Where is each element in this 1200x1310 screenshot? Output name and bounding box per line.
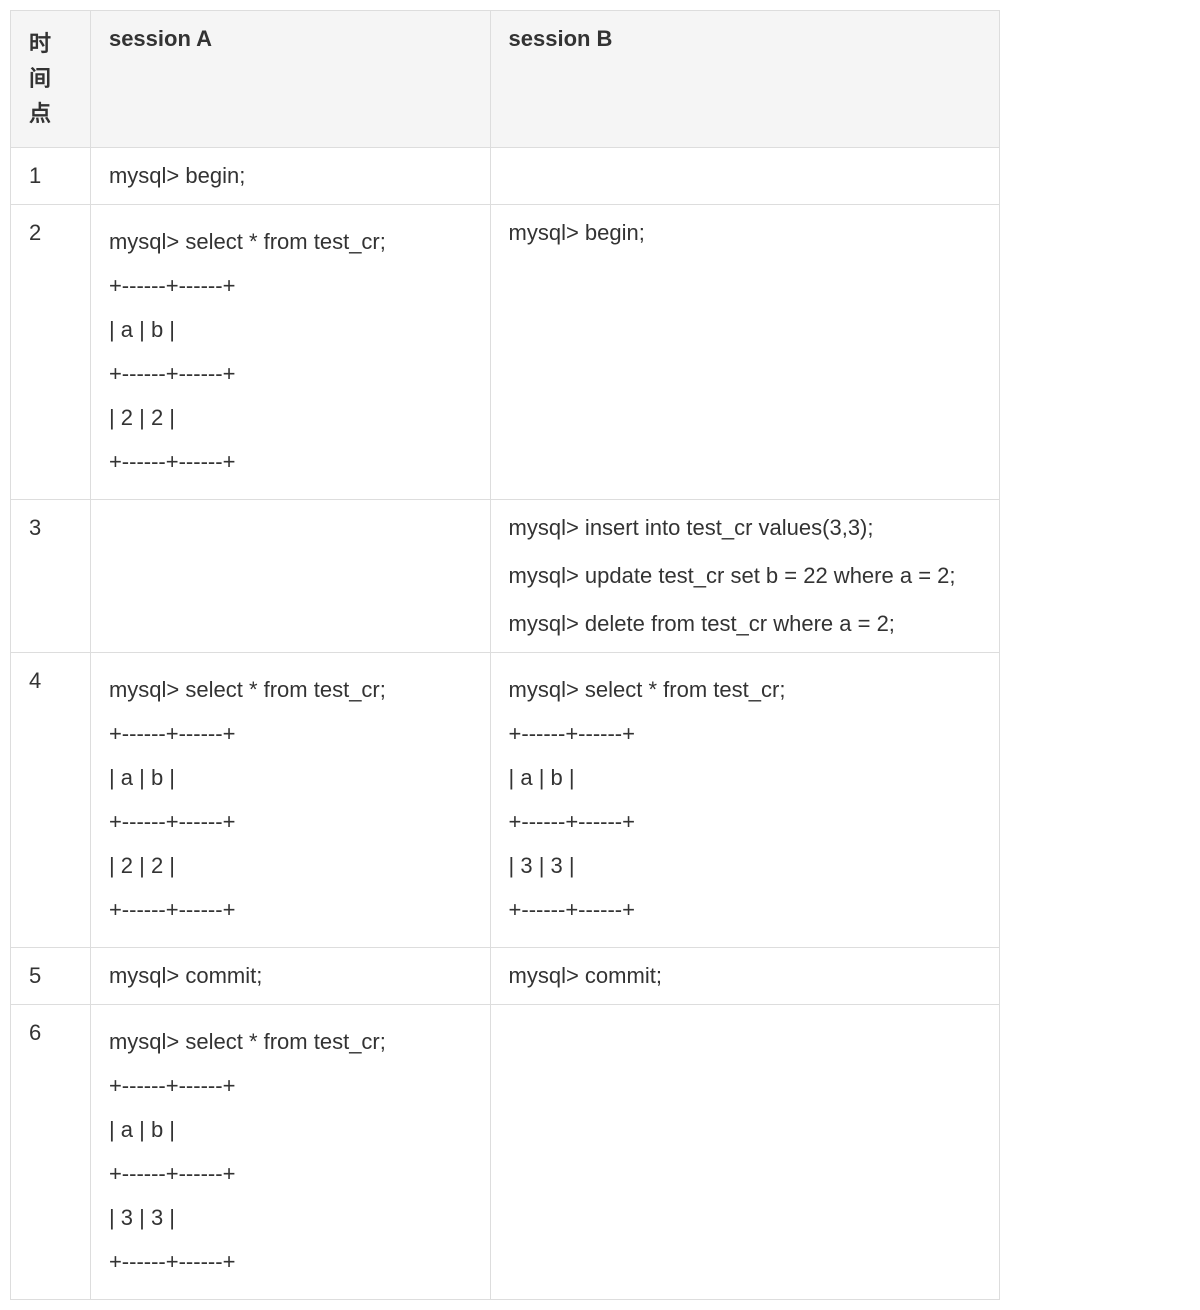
sql-command: mysql> begin; — [509, 220, 981, 246]
sql-output: +------+------+ — [109, 1152, 472, 1196]
time-cell: 4 — [11, 652, 91, 947]
table-row: 6 mysql> select * from test_cr; +------+… — [11, 1004, 1000, 1299]
sql-command: mysql> select * from test_cr; — [109, 1020, 472, 1064]
time-cell: 3 — [11, 499, 91, 652]
session-comparison-table: 时 间 点 session A session B 1 mysql> begin… — [10, 10, 1000, 1300]
header-time-char2: 间 — [29, 66, 51, 91]
time-cell: 5 — [11, 947, 91, 1004]
sql-output: | a | b | — [109, 308, 472, 352]
session-a-cell: mysql> select * from test_cr; +------+--… — [90, 204, 490, 499]
session-a-cell: mysql> select * from test_cr; +------+--… — [90, 1004, 490, 1299]
sql-output: +------+------+ — [109, 1240, 472, 1284]
sql-command: mysql> select * from test_cr; — [109, 220, 472, 264]
table-row: 3 mysql> insert into test_cr values(3,3)… — [11, 499, 1000, 652]
session-b-cell: mysql> begin; — [490, 204, 999, 499]
session-b-cell: mysql> insert into test_cr values(3,3); … — [490, 499, 999, 652]
sql-output: +------+------+ — [109, 888, 472, 932]
time-cell: 1 — [11, 147, 91, 204]
session-a-cell — [90, 499, 490, 652]
sql-output: | a | b | — [109, 1108, 472, 1152]
header-time: 时 间 点 — [11, 11, 91, 148]
sql-command: mysql> update test_cr set b = 22 where a… — [509, 563, 981, 589]
sql-output: +------+------+ — [109, 440, 472, 484]
sql-command: mysql> commit; — [109, 963, 472, 989]
sql-output: | 3 | 3 | — [509, 844, 981, 888]
sql-output: | 2 | 2 | — [109, 844, 472, 888]
sql-output: | a | b | — [509, 756, 981, 800]
sql-output: +------+------+ — [509, 888, 981, 932]
session-a-cell: mysql> begin; — [90, 147, 490, 204]
session-b-cell — [490, 147, 999, 204]
sql-output: | 2 | 2 | — [109, 396, 472, 440]
header-time-char3: 点 — [29, 101, 51, 126]
session-a-cell: mysql> select * from test_cr; +------+--… — [90, 652, 490, 947]
sql-command: mysql> select * from test_cr; — [109, 668, 472, 712]
header-session-a: session A — [90, 11, 490, 148]
time-cell: 2 — [11, 204, 91, 499]
sql-command: mysql> commit; — [509, 963, 981, 989]
sql-output: +------+------+ — [109, 264, 472, 308]
sql-output: +------+------+ — [509, 800, 981, 844]
session-b-cell — [490, 1004, 999, 1299]
sql-output: +------+------+ — [109, 712, 472, 756]
session-b-cell: mysql> select * from test_cr; +------+--… — [490, 652, 999, 947]
sql-output: +------+------+ — [509, 712, 981, 756]
table-row: 2 mysql> select * from test_cr; +------+… — [11, 204, 1000, 499]
table-row: 5 mysql> commit; mysql> commit; — [11, 947, 1000, 1004]
table-row: 1 mysql> begin; — [11, 147, 1000, 204]
header-session-b: session B — [490, 11, 999, 148]
sql-output: | 3 | 3 | — [109, 1196, 472, 1240]
sql-command: mysql> begin; — [109, 163, 472, 189]
sql-command: mysql> insert into test_cr values(3,3); — [509, 515, 981, 541]
sql-command: mysql> delete from test_cr where a = 2; — [509, 611, 981, 637]
sql-output: +------+------+ — [109, 1064, 472, 1108]
sql-command: mysql> select * from test_cr; — [509, 668, 981, 712]
session-a-cell: mysql> commit; — [90, 947, 490, 1004]
sql-output: | a | b | — [109, 756, 472, 800]
sql-output: +------+------+ — [109, 800, 472, 844]
session-b-cell: mysql> commit; — [490, 947, 999, 1004]
sql-output: +------+------+ — [109, 352, 472, 396]
table-row: 4 mysql> select * from test_cr; +------+… — [11, 652, 1000, 947]
time-cell: 6 — [11, 1004, 91, 1299]
header-time-char1: 时 — [29, 31, 51, 56]
